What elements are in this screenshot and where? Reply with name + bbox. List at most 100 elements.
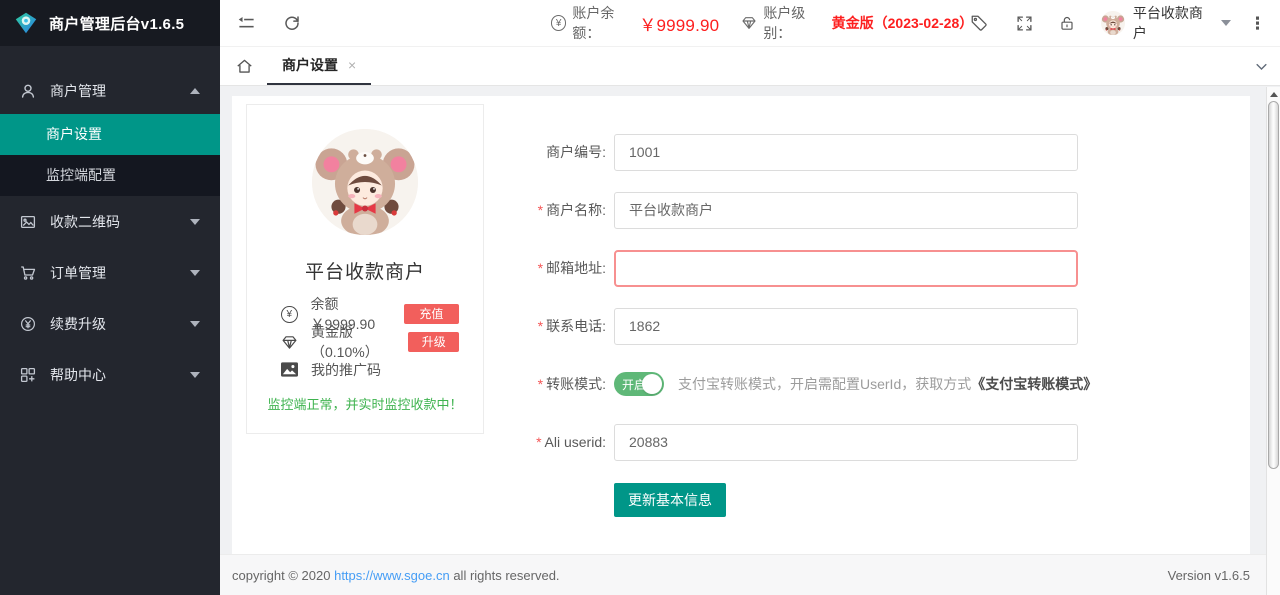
required-mark: * — [538, 318, 543, 334]
account-balance: ¥ 账户余额： ￥9999.90 — [551, 3, 719, 43]
tab-label: 商户设置 — [282, 55, 338, 75]
app-logo-icon — [13, 10, 39, 36]
yen-circle-icon: ¥ — [281, 306, 298, 323]
sidebar-submenu: 商户设置 监控端配置 — [0, 114, 220, 196]
sidebar-item-label: 收款二维码 — [50, 212, 190, 232]
chevron-down-icon — [190, 219, 200, 225]
content-area: 平台收款商户 ¥ 余额 ￥9999.90 充值 — [220, 86, 1280, 554]
vertical-scrollbar[interactable] — [1266, 87, 1280, 595]
tab-close-icon[interactable]: × — [348, 57, 356, 73]
transfer-mode-toggle[interactable]: 开启 — [614, 372, 664, 396]
ali-userid-input[interactable] — [614, 424, 1078, 461]
profile-level-text: 黄金版（0.10%） — [311, 322, 408, 362]
gem-icon — [741, 15, 757, 31]
field-label: 转账模式: — [546, 376, 606, 392]
app-title: 商户管理后台v1.6.5 — [49, 13, 184, 34]
topbar: ¥ 账户余额： ￥9999.90 账户级别： 黄金版（2023-02-28） — [220, 0, 1280, 46]
field-label: Ali userid: — [545, 434, 606, 450]
sidebar-item-label: 帮助中心 — [50, 365, 190, 385]
avatar[interactable] — [1101, 11, 1125, 35]
profile-promo-text: 我的推广码 — [311, 360, 381, 380]
promo-image-icon — [281, 362, 298, 379]
scrollbar-thumb[interactable] — [1268, 101, 1279, 469]
grid-icon — [20, 367, 36, 383]
profile-rows: ¥ 余额 ￥9999.90 充值 黄金版（0.10%） 升级 — [247, 300, 483, 384]
footer: copyright © 2020 https://www.sgoe.cn all… — [220, 554, 1280, 595]
merchant-profile-card: 平台收款商户 ¥ 余额 ￥9999.90 充值 — [246, 104, 484, 434]
sidebar-item-monitor-config[interactable]: 监控端配置 — [0, 155, 220, 196]
field-label: 商户名称: — [546, 202, 606, 218]
update-info-button[interactable]: 更新基本信息 — [614, 483, 726, 517]
chevron-down-icon — [190, 372, 200, 378]
level-label: 账户级别： — [763, 3, 831, 43]
logo-bar: 商户管理后台v1.6.5 — [0, 0, 220, 46]
tabbar: 商户设置 × — [220, 46, 1280, 86]
sidebar-item-label: 商户管理 — [50, 81, 190, 101]
field-label: 邮箱地址: — [546, 260, 606, 276]
username[interactable]: 平台收款商户 — [1133, 3, 1215, 43]
app-window: 商户管理后台v1.6.5 商户管理 商户设置 监控端配置 — [0, 0, 1280, 595]
form-row-merchant-name: *商户名称: — [522, 192, 1097, 228]
email-input[interactable] — [614, 250, 1078, 287]
level-value: 黄金版（2023-02-28） — [832, 13, 970, 33]
home-icon[interactable] — [235, 57, 254, 76]
merchant-name-input[interactable] — [614, 192, 1078, 229]
required-mark: * — [538, 202, 543, 218]
sidebar-item-merchant-management[interactable]: 商户管理 — [0, 68, 220, 114]
chevron-down-icon — [190, 321, 200, 327]
merchant-settings-panel: 平台收款商户 ¥ 余额 ￥9999.90 充值 — [232, 96, 1250, 554]
profile-level-row: 黄金版（0.10%） 升级 — [281, 328, 483, 356]
recharge-button[interactable]: 充值 — [404, 304, 459, 324]
balance-label: 账户余额： — [572, 3, 639, 43]
tab-dropdown-chevron-icon[interactable] — [1254, 59, 1269, 79]
copyright-text: copyright © 2020 https://www.sgoe.cn all… — [232, 568, 560, 583]
sidebar-nav: 商户管理 商户设置 监控端配置 收款二维码 — [0, 46, 220, 400]
required-mark: * — [536, 434, 541, 450]
upgrade-button[interactable]: 升级 — [408, 332, 459, 352]
lock-icon[interactable] — [1059, 15, 1075, 32]
footer-link[interactable]: https://www.sgoe.cn — [334, 568, 450, 583]
refresh-icon[interactable] — [283, 14, 301, 32]
sidebar-item-label: 订单管理 — [50, 263, 190, 283]
chevron-down-icon — [190, 270, 200, 276]
account-level: 账户级别： 黄金版（2023-02-28） — [741, 3, 970, 43]
form-row-email: *邮箱地址: — [522, 250, 1097, 286]
form-row-transfer-mode: *转账模式: 开启 支付宝转账模式，开启需配置UserId，获取方式《支付宝转账… — [522, 366, 1097, 402]
sidebar-item-qrcode[interactable]: 收款二维码 — [0, 196, 220, 247]
required-mark: * — [538, 376, 543, 392]
yen-circle-icon: ¥ — [551, 15, 566, 31]
user-icon — [20, 83, 36, 99]
tab-merchant-settings[interactable]: 商户设置 × — [267, 47, 371, 85]
image-icon — [20, 214, 36, 230]
sidebar-item-merchant-settings[interactable]: 商户设置 — [0, 114, 220, 155]
sidebar: 商户管理后台v1.6.5 商户管理 商户设置 监控端配置 — [0, 0, 220, 595]
merchant-avatar — [312, 129, 418, 235]
form-row-ali-userid: *Ali userid: — [522, 424, 1097, 460]
collapse-sidebar-icon[interactable] — [237, 14, 256, 33]
hint-link-text[interactable]: 《支付宝转账模式》 — [971, 376, 1097, 392]
version-text: Version v1.6.5 — [1168, 568, 1250, 583]
required-mark: * — [538, 260, 543, 276]
toggle-knob — [642, 374, 662, 394]
main-area: ¥ 账户余额： ￥9999.90 账户级别： 黄金版（2023-02-28） — [220, 0, 1280, 595]
chevron-up-icon — [190, 88, 200, 94]
sidebar-item-orders[interactable]: 订单管理 — [0, 247, 220, 298]
tag-icon[interactable] — [970, 14, 988, 32]
caret-down-icon[interactable] — [1221, 20, 1231, 26]
form-row-phone: *联系电话: — [522, 308, 1097, 344]
scrollbar-up-arrow[interactable] — [1267, 87, 1280, 101]
cart-icon — [20, 265, 36, 281]
field-label: 商户编号: — [546, 144, 606, 160]
kebab-menu-icon[interactable]: ⋮ — [1249, 15, 1266, 32]
merchant-settings-form: 商户编号: *商户名称: *邮箱地址: *联系电话: — [522, 96, 1097, 517]
fullscreen-icon[interactable] — [1016, 15, 1033, 32]
sidebar-item-label: 续费升级 — [50, 314, 190, 334]
phone-input[interactable] — [614, 308, 1078, 345]
merchant-name: 平台收款商户 — [247, 257, 483, 284]
sidebar-item-renewal[interactable]: 续费升级 — [0, 298, 220, 349]
gem-icon — [281, 334, 298, 351]
transfer-mode-hint: 支付宝转账模式，开启需配置UserId，获取方式《支付宝转账模式》 — [678, 374, 1097, 394]
form-row-merchant-id: 商户编号: — [522, 134, 1097, 170]
sidebar-item-help-center[interactable]: 帮助中心 — [0, 349, 220, 400]
merchant-id-input[interactable] — [614, 134, 1078, 171]
